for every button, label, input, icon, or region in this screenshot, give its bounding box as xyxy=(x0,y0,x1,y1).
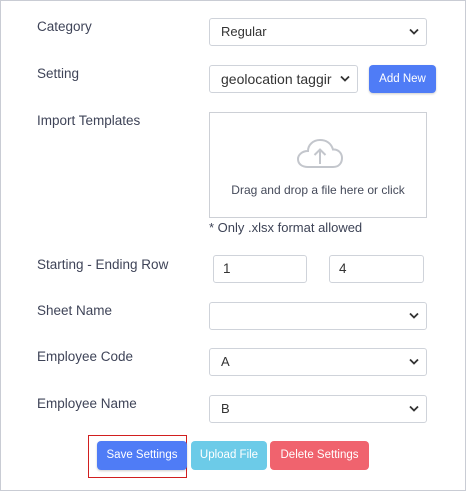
sheet-name-select[interactable] xyxy=(209,302,427,330)
category-value: Regular xyxy=(221,24,267,39)
setting-value: geolocation taggir xyxy=(221,71,332,87)
cloud-upload-icon xyxy=(296,138,344,168)
settings-panel: Category Regular Setting geolocation tag… xyxy=(0,0,466,491)
category-select[interactable]: Regular xyxy=(209,18,427,46)
upload-file-button[interactable]: Upload File xyxy=(191,441,267,470)
sheet-name-label: Sheet Name xyxy=(37,303,113,318)
employee-name-select[interactable]: B xyxy=(209,395,427,423)
setting-select[interactable]: geolocation taggir xyxy=(209,65,358,93)
employee-name-label: Employee Name xyxy=(37,396,137,411)
format-hint: * Only .xlsx format allowed xyxy=(209,220,363,235)
employee-code-value: A xyxy=(221,354,230,369)
ending-row-input[interactable]: 4 xyxy=(329,255,424,283)
employee-code-select[interactable]: A xyxy=(209,348,427,376)
chevron-down-icon xyxy=(409,28,419,35)
row-range-label: Starting - Ending Row xyxy=(37,257,169,272)
employee-code-label: Employee Code xyxy=(37,349,134,364)
starting-row-input[interactable]: 1 xyxy=(213,255,307,283)
dropzone-text: Drag and drop a file here or click xyxy=(231,183,405,197)
employee-name-value: B xyxy=(221,401,230,416)
save-settings-button[interactable]: Save Settings xyxy=(97,441,187,470)
chevron-down-icon xyxy=(340,75,350,83)
chevron-down-icon xyxy=(409,405,419,412)
import-templates-label: Import Templates xyxy=(37,113,141,128)
chevron-down-icon xyxy=(409,358,419,365)
file-dropzone[interactable]: Drag and drop a file here or click xyxy=(209,112,427,218)
setting-label: Setting xyxy=(37,66,80,81)
category-label: Category xyxy=(37,19,92,34)
delete-settings-button[interactable]: Delete Settings xyxy=(270,441,369,470)
chevron-down-icon xyxy=(409,312,419,319)
add-new-button[interactable]: Add New xyxy=(369,65,436,93)
